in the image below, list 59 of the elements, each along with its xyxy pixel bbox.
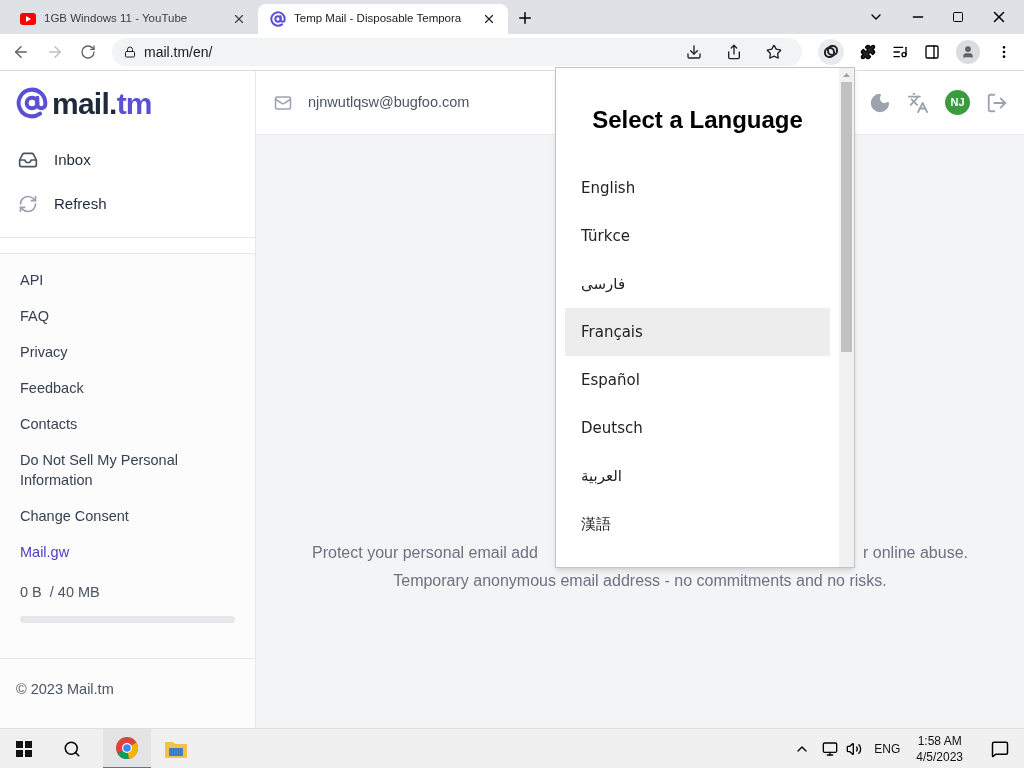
copyright-text: © 2023 Mail.tm xyxy=(16,680,114,699)
reload-icon[interactable] xyxy=(80,44,96,60)
share-icon[interactable] xyxy=(726,44,742,60)
description-text: Protect your personal email add xyxy=(312,543,538,563)
footer-link[interactable]: Do Not Sell My Personal Information xyxy=(20,450,195,490)
url-text: mail.tm/en/ xyxy=(144,42,214,62)
tab-title: 1GB Windows 11 - YouTube xyxy=(44,11,189,27)
volume-icon[interactable] xyxy=(846,740,863,757)
footer-link[interactable]: Privacy xyxy=(20,342,195,362)
chrome-taskbar-icon[interactable] xyxy=(103,728,151,768)
inbox-icon xyxy=(18,150,38,170)
close-icon[interactable] xyxy=(482,12,496,26)
footer-link[interactable]: API xyxy=(20,270,195,290)
extensions-icon[interactable] xyxy=(860,44,876,60)
storage-used: 0 B xyxy=(20,583,42,602)
browser-tab[interactable]: Temp Mail - Disposable Tempora xyxy=(258,4,508,34)
scrollbar[interactable] xyxy=(839,68,854,567)
refresh-icon xyxy=(18,194,38,214)
footer-link[interactable]: Feedback xyxy=(20,378,195,398)
description-text: r online abuse. xyxy=(863,543,968,563)
nav-link[interactable]: Refresh xyxy=(54,192,107,216)
windows-icon[interactable] xyxy=(16,740,32,757)
restore-icon[interactable] xyxy=(952,11,964,23)
user-avatar[interactable]: NJ xyxy=(945,90,970,115)
mail-icon xyxy=(274,93,292,112)
at-sign-icon xyxy=(270,11,286,27)
notification-icon[interactable] xyxy=(991,739,1009,758)
language-option[interactable]: Français xyxy=(565,308,830,356)
browser-tab[interactable]: 1GB Windows 11 - YouTube xyxy=(8,4,258,34)
tab-title: Temp Mail - Disposable Tempora xyxy=(294,11,463,27)
search-icon[interactable] xyxy=(63,739,81,758)
side-panel-icon[interactable] xyxy=(924,44,940,60)
new-tab-icon[interactable] xyxy=(516,9,534,27)
play-icon xyxy=(20,13,36,25)
network-icon[interactable] xyxy=(822,740,839,757)
extension-icon[interactable] xyxy=(818,39,844,65)
footer-link[interactable]: Mail.gw xyxy=(20,542,195,562)
clock-date[interactable]: 4/5/2023 xyxy=(916,748,963,765)
bookmark-icon[interactable] xyxy=(766,44,782,60)
lock-icon xyxy=(124,46,136,58)
logo-icon xyxy=(16,87,48,119)
clock-time[interactable]: 1:58 AM xyxy=(917,732,962,749)
profile-icon[interactable] xyxy=(956,40,980,64)
footer-link[interactable]: Change Consent xyxy=(20,506,195,526)
popup-title: Select a Language xyxy=(592,105,803,135)
logo: mail.tm xyxy=(52,85,152,122)
language-indicator[interactable]: ENG xyxy=(874,739,901,758)
footer-link[interactable]: Contacts xyxy=(20,414,195,434)
moon-icon[interactable] xyxy=(869,91,891,114)
install-icon[interactable] xyxy=(686,44,702,60)
back-icon[interactable] xyxy=(12,43,30,61)
address-bar[interactable]: mail.tm/en/ xyxy=(112,38,802,66)
description-text: Temporary anonymous email address - no commitments and no risks. xyxy=(393,571,887,591)
folder-icon[interactable] xyxy=(165,739,187,758)
storage-total: / 40 MB xyxy=(49,583,100,602)
nav-link[interactable]: Inbox xyxy=(54,148,91,172)
close-icon[interactable] xyxy=(232,12,246,26)
media-icon[interactable] xyxy=(892,44,908,60)
footer-link[interactable]: FAQ xyxy=(20,306,195,326)
